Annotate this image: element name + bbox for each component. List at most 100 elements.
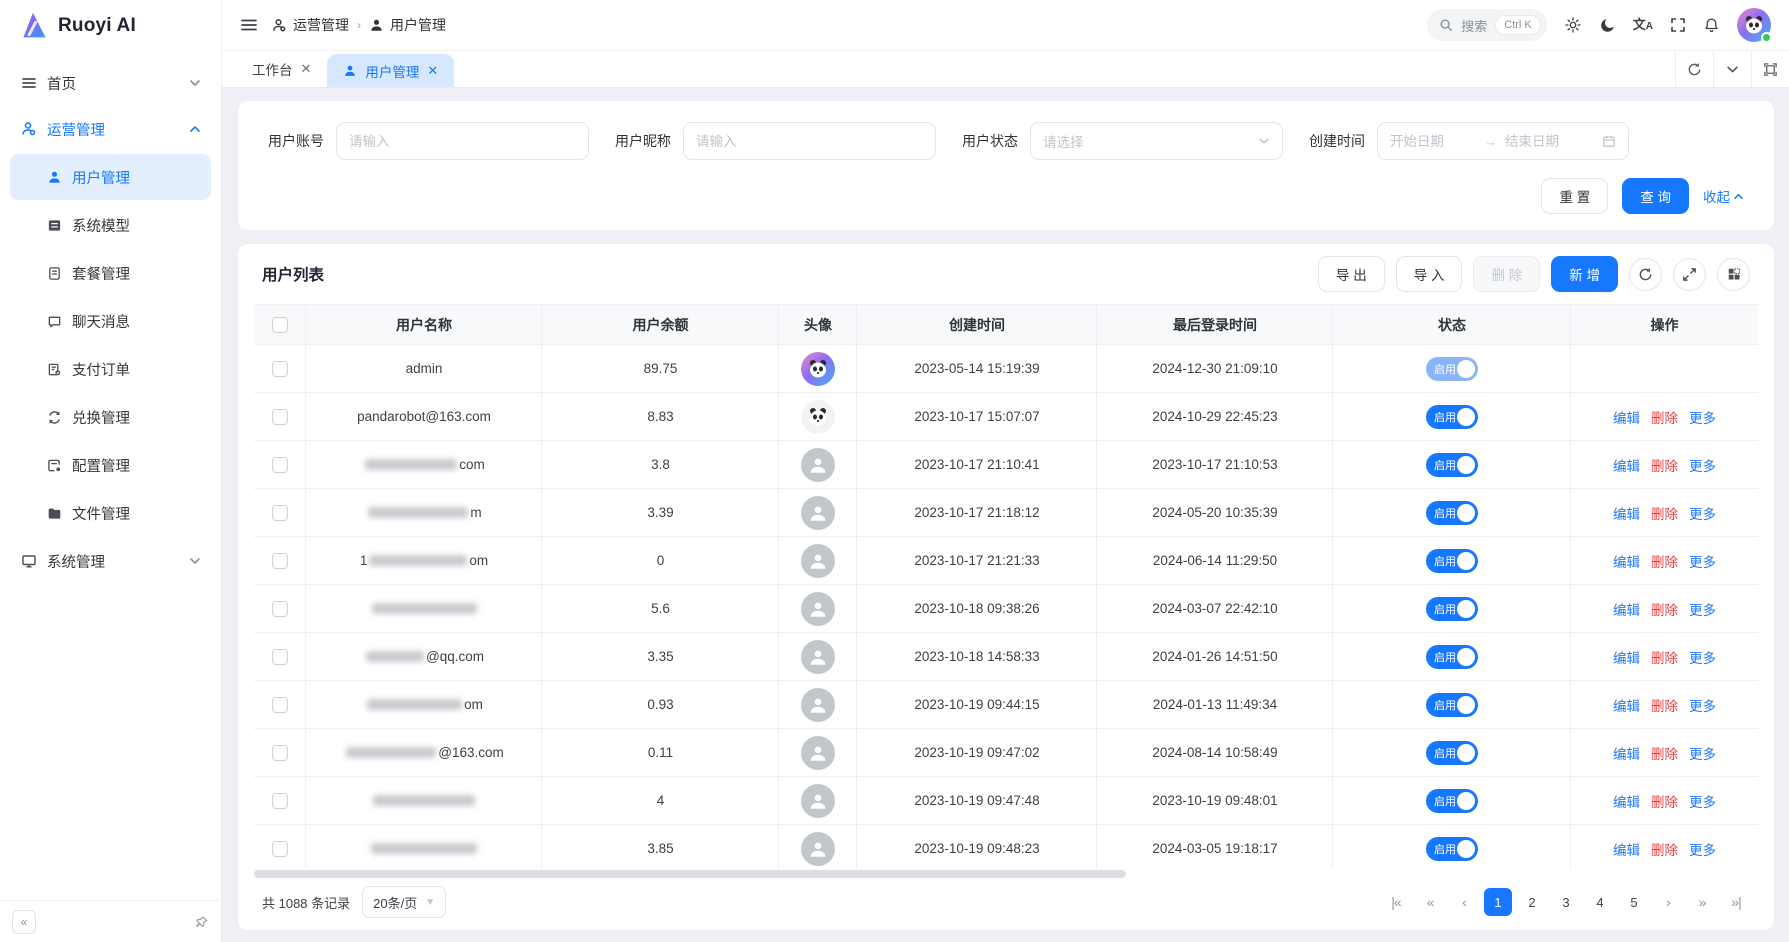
row-checkbox[interactable]: [272, 457, 288, 473]
edit-link[interactable]: 编辑: [1613, 791, 1640, 811]
page-button-3[interactable]: 3: [1552, 888, 1580, 916]
status-select[interactable]: 请选择: [1030, 122, 1283, 160]
sidebar-item-plan-management[interactable]: 套餐管理: [10, 250, 211, 296]
status-toggle[interactable]: 启用: [1426, 645, 1478, 669]
sidebar-item-operations[interactable]: 运营管理: [10, 106, 211, 152]
pin-icon[interactable]: [195, 915, 209, 929]
delete-link[interactable]: 删除: [1651, 647, 1678, 667]
row-checkbox[interactable]: [272, 793, 288, 809]
sidebar-item-chat-messages[interactable]: 聊天消息: [10, 298, 211, 344]
sidebar-collapse-button[interactable]: «: [12, 910, 36, 934]
bell-icon[interactable]: [1703, 17, 1720, 34]
maximize-content-icon[interactable]: [1751, 51, 1789, 87]
status-toggle[interactable]: 启用: [1426, 501, 1478, 525]
more-link[interactable]: 更多: [1689, 455, 1716, 475]
edit-link[interactable]: 编辑: [1613, 455, 1640, 475]
close-icon[interactable]: ✕: [301, 61, 312, 77]
delete-link[interactable]: 删除: [1651, 407, 1678, 427]
more-link[interactable]: 更多: [1689, 791, 1716, 811]
breadcrumb-operations[interactable]: 运营管理: [272, 15, 349, 35]
delete-link[interactable]: 删除: [1651, 839, 1678, 859]
page-button-5[interactable]: 5: [1620, 888, 1648, 916]
delete-link[interactable]: 删除: [1651, 551, 1678, 571]
page-button-1[interactable]: 1: [1484, 888, 1512, 916]
delete-link[interactable]: 删除: [1651, 743, 1678, 763]
more-link[interactable]: 更多: [1689, 647, 1716, 667]
sidebar-item-user-management[interactable]: 用户管理: [10, 154, 211, 200]
edit-link[interactable]: 编辑: [1613, 743, 1640, 763]
row-checkbox[interactable]: [272, 601, 288, 617]
account-input[interactable]: [336, 122, 589, 160]
status-toggle[interactable]: 启用: [1426, 453, 1478, 477]
app-logo[interactable]: Ruoyi AI: [0, 0, 221, 52]
tab-menu-chevron-icon[interactable]: [1713, 51, 1751, 87]
nickname-input[interactable]: [683, 122, 936, 160]
global-search[interactable]: 搜索 Ctrl K: [1427, 9, 1547, 41]
more-link[interactable]: 更多: [1689, 503, 1716, 523]
prev-page-button[interactable]: ‹: [1450, 888, 1478, 916]
more-link[interactable]: 更多: [1689, 551, 1716, 571]
more-link[interactable]: 更多: [1689, 743, 1716, 763]
sidebar-item-file-management[interactable]: 文件管理: [10, 490, 211, 536]
breadcrumb-users[interactable]: 用户管理: [369, 15, 446, 35]
sidebar-item-payment-orders[interactable]: 支付订单: [10, 346, 211, 392]
status-toggle[interactable]: 启用: [1426, 789, 1478, 813]
more-link[interactable]: 更多: [1689, 599, 1716, 619]
more-link[interactable]: 更多: [1689, 695, 1716, 715]
delete-link[interactable]: 删除: [1651, 455, 1678, 475]
edit-link[interactable]: 编辑: [1613, 503, 1640, 523]
close-icon[interactable]: ✕: [427, 63, 438, 79]
edit-link[interactable]: 编辑: [1613, 551, 1640, 571]
delete-button[interactable]: 删 除: [1473, 256, 1540, 292]
status-toggle[interactable]: 启用: [1426, 693, 1478, 717]
sidebar-item-home[interactable]: 首页: [10, 60, 211, 106]
hamburger-menu-icon[interactable]: [240, 16, 258, 34]
row-checkbox[interactable]: [272, 409, 288, 425]
row-checkbox[interactable]: [272, 697, 288, 713]
row-checkbox[interactable]: [272, 553, 288, 569]
fullscreen-icon[interactable]: [1670, 17, 1686, 33]
sidebar-item-exchange-management[interactable]: 兑换管理: [10, 394, 211, 440]
edit-link[interactable]: 编辑: [1613, 695, 1640, 715]
scrollbar-thumb[interactable]: [254, 870, 1126, 878]
horizontal-scrollbar[interactable]: [254, 870, 1758, 878]
select-all-checkbox[interactable]: [272, 317, 288, 333]
more-link[interactable]: 更多: [1689, 407, 1716, 427]
column-settings-icon[interactable]: [1717, 258, 1750, 291]
more-link[interactable]: 更多: [1689, 839, 1716, 859]
tab-user-management[interactable]: 用户管理 ✕: [327, 54, 454, 87]
status-toggle[interactable]: 启用: [1426, 837, 1478, 861]
import-button[interactable]: 导 入: [1396, 256, 1463, 292]
next-page-button[interactable]: ›: [1654, 888, 1682, 916]
gear-icon[interactable]: [1564, 16, 1582, 34]
row-checkbox[interactable]: [272, 745, 288, 761]
edit-link[interactable]: 编辑: [1613, 839, 1640, 859]
status-toggle[interactable]: 启用: [1426, 741, 1478, 765]
delete-link[interactable]: 删除: [1651, 599, 1678, 619]
refresh-table-icon[interactable]: [1629, 258, 1662, 291]
reset-button[interactable]: 重 置: [1541, 178, 1608, 214]
dark-mode-moon-icon[interactable]: [1599, 17, 1616, 34]
sidebar-item-system-management[interactable]: 系统管理: [10, 538, 211, 584]
status-toggle[interactable]: 启用: [1426, 597, 1478, 621]
date-range-picker[interactable]: →: [1377, 122, 1629, 160]
jump-back-button[interactable]: «: [1416, 888, 1444, 916]
edit-link[interactable]: 编辑: [1613, 407, 1640, 427]
delete-link[interactable]: 删除: [1651, 695, 1678, 715]
page-size-select[interactable]: 20条/页 ▼: [362, 886, 446, 918]
page-button-4[interactable]: 4: [1586, 888, 1614, 916]
edit-link[interactable]: 编辑: [1613, 599, 1640, 619]
refresh-tab-icon[interactable]: [1675, 51, 1713, 87]
row-checkbox[interactable]: [272, 361, 288, 377]
status-toggle[interactable]: 启用: [1426, 405, 1478, 429]
row-checkbox[interactable]: [272, 505, 288, 521]
row-checkbox[interactable]: [272, 649, 288, 665]
collapse-filters-link[interactable]: 收起: [1703, 186, 1744, 206]
tab-workbench[interactable]: 工作台 ✕: [236, 51, 327, 87]
delete-link[interactable]: 删除: [1651, 503, 1678, 523]
sidebar-item-config-management[interactable]: 配置管理: [10, 442, 211, 488]
delete-link[interactable]: 删除: [1651, 791, 1678, 811]
language-icon[interactable]: 文A: [1633, 18, 1653, 32]
table-fullscreen-icon[interactable]: [1673, 258, 1706, 291]
add-button[interactable]: 新 增: [1551, 256, 1618, 292]
